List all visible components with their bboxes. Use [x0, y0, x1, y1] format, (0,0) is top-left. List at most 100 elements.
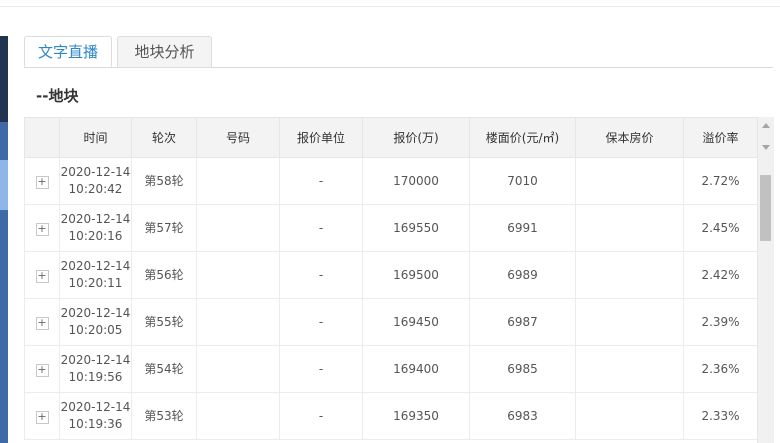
header-premium-rate[interactable]: 溢价率	[683, 117, 758, 158]
number-cell	[196, 392, 280, 440]
left-sidebar-edge	[0, 36, 8, 443]
floor-price-cell: 7010	[469, 157, 576, 205]
table-row: + 2020-12-14 10:20:11 第56轮 - 169500 6989 …	[24, 251, 758, 299]
price-cell: 169550	[362, 204, 470, 252]
expand-cell: +	[24, 392, 60, 440]
header-time[interactable]: 时间	[59, 117, 132, 158]
cell-time: 10:20:11	[68, 276, 123, 290]
time-cell: 2020-12-14 10:20:16	[59, 204, 132, 252]
table-header-row: 时间 轮次 号码 报价单位 报价(万) 楼面价(元/㎡) 保本房价 溢价率	[24, 117, 758, 158]
expand-plus-icon[interactable]: +	[35, 410, 49, 424]
bid-table-container: 时间 轮次 号码 报价单位 报价(万) 楼面价(元/㎡) 保本房价 溢价率 + …	[24, 117, 758, 440]
cell-date: 2020-12-14	[60, 400, 131, 414]
time-cell: 2020-12-14 10:20:42	[59, 157, 132, 205]
price-cell: 169400	[362, 345, 470, 393]
cell-date: 2020-12-14	[60, 165, 131, 179]
breakeven-cell	[575, 392, 684, 440]
floor-price-cell: 6985	[469, 345, 576, 393]
cell-date: 2020-12-14	[60, 306, 131, 320]
sidebar-edge-highlight	[0, 160, 8, 210]
round-cell: 第56轮	[131, 251, 197, 299]
premium-cell: 2.33%	[683, 392, 758, 440]
table-row: + 2020-12-14 10:20:42 第58轮 - 170000 7010 …	[24, 157, 758, 205]
breakeven-cell	[575, 204, 684, 252]
floor-price-cell: 6983	[469, 392, 576, 440]
header-number[interactable]: 号码	[196, 117, 280, 158]
table-row: + 2020-12-14 10:20:05 第55轮 - 169450 6987 …	[24, 298, 758, 346]
premium-cell: 2.45%	[683, 204, 758, 252]
bidder-cell: -	[279, 392, 363, 440]
expand-plus-icon[interactable]: +	[35, 222, 49, 236]
floor-price-cell: 6987	[469, 298, 576, 346]
bidder-cell: -	[279, 157, 363, 205]
cell-time: 10:20:16	[68, 229, 123, 243]
cell-time: 10:20:05	[68, 323, 123, 337]
price-cell: 169450	[362, 298, 470, 346]
header-round[interactable]: 轮次	[131, 117, 197, 158]
cell-date: 2020-12-14	[60, 212, 131, 226]
time-cell: 2020-12-14 10:19:36	[59, 392, 132, 440]
cell-time: 10:20:42	[68, 182, 123, 196]
round-cell: 第57轮	[131, 204, 197, 252]
expand-plus-icon[interactable]: +	[35, 269, 49, 283]
round-cell: 第54轮	[131, 345, 197, 393]
expand-plus-icon[interactable]: +	[35, 175, 49, 189]
expand-cell: +	[24, 298, 60, 346]
time-cell: 2020-12-14 10:20:11	[59, 251, 132, 299]
expand-cell: +	[24, 204, 60, 252]
tab-text-live[interactable]: 文字直播	[24, 36, 112, 67]
header-price[interactable]: 报价(万)	[362, 117, 470, 158]
tab-plot-analysis[interactable]: 地块分析	[117, 36, 212, 67]
cell-date: 2020-12-14	[60, 353, 131, 367]
section-title: --地块	[36, 87, 79, 105]
bidder-cell: -	[279, 345, 363, 393]
header-bidder[interactable]: 报价单位	[279, 117, 363, 158]
premium-cell: 2.42%	[683, 251, 758, 299]
cell-date: 2020-12-14	[60, 259, 131, 273]
floor-price-cell: 6991	[469, 204, 576, 252]
header-expand	[24, 117, 60, 158]
expand-cell: +	[24, 251, 60, 299]
bidder-cell: -	[279, 251, 363, 299]
breakeven-cell	[575, 345, 684, 393]
tab-bar: 文字直播 地块分析	[24, 36, 773, 68]
number-cell	[196, 251, 280, 299]
header-floor-price[interactable]: 楼面价(元/㎡)	[469, 117, 576, 158]
premium-cell: 2.72%	[683, 157, 758, 205]
header-breakeven-price[interactable]: 保本房价	[575, 117, 684, 158]
number-cell	[196, 204, 280, 252]
scroll-down-icon[interactable]	[762, 145, 770, 150]
premium-cell: 2.39%	[683, 298, 758, 346]
scroll-up-icon[interactable]	[762, 123, 770, 128]
top-border	[0, 0, 780, 7]
premium-cell: 2.36%	[683, 345, 758, 393]
bidder-cell: -	[279, 204, 363, 252]
time-cell: 2020-12-14 10:19:56	[59, 345, 132, 393]
expand-plus-icon[interactable]: +	[35, 363, 49, 377]
expand-cell: +	[24, 157, 60, 205]
table-row: + 2020-12-14 10:19:36 第53轮 - 169350 6983 …	[24, 392, 758, 440]
number-cell	[196, 157, 280, 205]
price-cell: 169350	[362, 392, 470, 440]
table-row: + 2020-12-14 10:19:56 第54轮 - 169400 6985 …	[24, 345, 758, 393]
scrollbar-thumb[interactable]	[760, 175, 771, 241]
expand-plus-icon[interactable]: +	[35, 316, 49, 330]
price-cell: 169500	[362, 251, 470, 299]
round-cell: 第55轮	[131, 298, 197, 346]
vertical-scrollbar[interactable]	[757, 117, 774, 443]
bidder-cell: -	[279, 298, 363, 346]
breakeven-cell	[575, 251, 684, 299]
number-cell	[196, 345, 280, 393]
round-cell: 第58轮	[131, 157, 197, 205]
table-row: + 2020-12-14 10:20:16 第57轮 - 169550 6991 …	[24, 204, 758, 252]
bid-table: 时间 轮次 号码 报价单位 报价(万) 楼面价(元/㎡) 保本房价 溢价率 + …	[24, 117, 758, 440]
breakeven-cell	[575, 157, 684, 205]
time-cell: 2020-12-14 10:20:05	[59, 298, 132, 346]
breakeven-cell	[575, 298, 684, 346]
sidebar-edge-dark	[0, 36, 8, 122]
cell-time: 10:19:36	[68, 417, 123, 431]
cell-time: 10:19:56	[68, 370, 123, 384]
expand-cell: +	[24, 345, 60, 393]
round-cell: 第53轮	[131, 392, 197, 440]
floor-price-cell: 6989	[469, 251, 576, 299]
